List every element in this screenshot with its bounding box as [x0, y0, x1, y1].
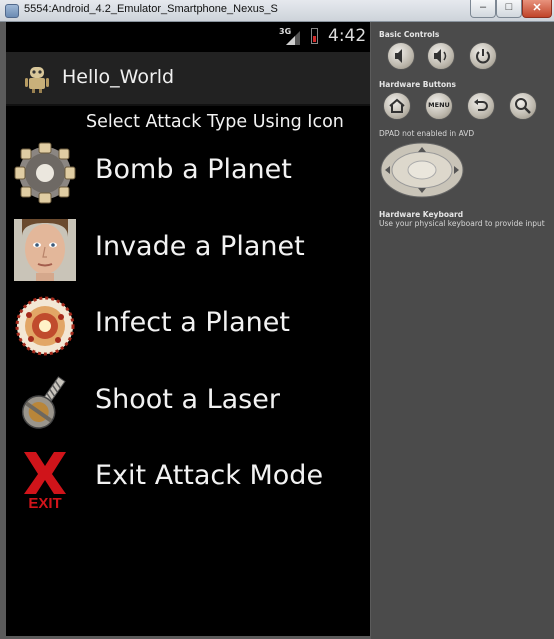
window-titlebar: 5554:Android_4.2_Emulator_Smartphone_Nex… [0, 0, 554, 22]
attack-menu: Select Attack Type Using Icon Bomb a Pla… [6, 106, 370, 636]
back-icon [474, 99, 488, 111]
attack-prompt: Select Attack Type Using Icon [86, 112, 344, 132]
battery-icon [311, 28, 318, 44]
volume-up-icon [434, 49, 447, 63]
window-title: 5554:Android_4.2_Emulator_Smartphone_Nex… [24, 3, 278, 15]
item-label: Bomb a Planet [95, 154, 292, 185]
laser-drill-icon [21, 376, 66, 429]
dpad-control[interactable] [380, 142, 464, 198]
minimize-button[interactable]: – [470, 0, 496, 18]
item-label: Invade a Planet [95, 231, 305, 262]
list-item-bomb-planet[interactable]: Bomb a Planet [6, 136, 370, 206]
emulator-controls-panel: Basic Controls Hardware Buttons MENU DPA… [371, 22, 554, 639]
action-bar: Hello_World [6, 52, 370, 106]
exit-icon: EXIT [24, 452, 66, 510]
search-button[interactable] [509, 92, 537, 120]
signal-strength-icon [286, 31, 300, 45]
back-button[interactable] [467, 92, 495, 120]
close-icon: ✕ [532, 2, 542, 14]
invader-face-icon [14, 219, 76, 281]
phone-screen[interactable]: 3G 4:42 Hello_World Select Attack Type U… [6, 22, 370, 636]
exit-icon-text: EXIT [28, 495, 61, 510]
item-label: Shoot a Laser [95, 384, 280, 415]
list-item-invade-planet[interactable]: Invade a Planet [6, 213, 370, 283]
dpad-title: DPAD not enabled in AVD [379, 129, 475, 138]
basic-controls-title: Basic Controls [379, 30, 440, 39]
list-item-shoot-laser[interactable]: Shoot a Laser [6, 366, 370, 436]
maximize-icon: □ [505, 1, 513, 13]
status-bar: 3G 4:42 [6, 22, 370, 52]
home-icon [389, 98, 405, 113]
android-robot-icon [25, 67, 49, 93]
volume-down-button[interactable] [387, 42, 415, 70]
virus-icon [15, 296, 75, 356]
maximize-button[interactable]: □ [496, 0, 522, 18]
status-time: 4:42 [328, 26, 367, 46]
menu-button[interactable]: MENU [425, 92, 453, 120]
emulator-app-icon [5, 4, 19, 18]
minimize-icon: – [479, 1, 487, 13]
volume-down-icon [395, 49, 402, 63]
menu-button-label: MENU [428, 101, 450, 109]
list-item-exit-attack-mode[interactable]: EXIT Exit Attack Mode [6, 442, 370, 512]
app-title: Hello_World [62, 66, 175, 88]
home-button[interactable] [383, 92, 411, 120]
item-label: Exit Attack Mode [95, 460, 324, 491]
hardware-keyboard-title: Hardware Keyboard [379, 210, 464, 219]
hardware-buttons-title: Hardware Buttons [379, 80, 456, 89]
close-button[interactable]: ✕ [522, 0, 552, 18]
volume-up-button[interactable] [427, 42, 455, 70]
hardware-keyboard-hint: Use your physical keyboard to provide in… [379, 219, 545, 228]
power-icon [476, 49, 490, 64]
bomb-icon [14, 142, 76, 204]
power-button[interactable] [469, 42, 497, 70]
search-icon [515, 98, 531, 114]
item-label: Infect a Planet [95, 307, 290, 338]
list-item-infect-planet[interactable]: Infect a Planet [6, 289, 370, 359]
